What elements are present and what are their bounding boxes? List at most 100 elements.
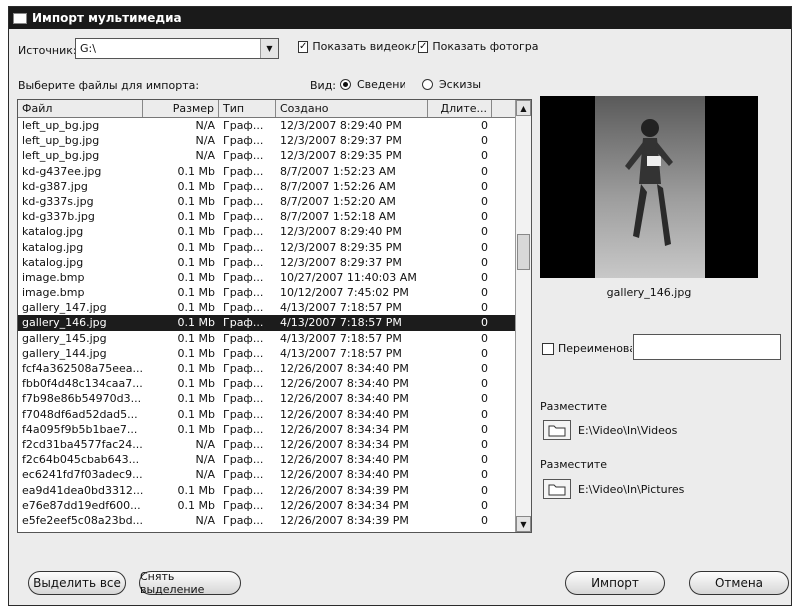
table-row[interactable]: kd-g387.jpg 0.1 Mb Граф... 8/7/2007 1:52:26… — [18, 179, 515, 194]
view-thumbs-radio[interactable]: Эскизы — [422, 78, 481, 91]
window-icon — [13, 12, 27, 24]
cell-type: Граф... — [223, 407, 264, 421]
cell-size: N/A — [195, 453, 215, 467]
cell-duration: 0 — [481, 194, 488, 208]
table-row[interactable]: f7048df6ad52dad5... 0.1 Mb Граф... 12/26/20… — [18, 407, 515, 422]
cell-type: Граф... — [223, 392, 264, 406]
source-label: Источник: — [18, 44, 77, 57]
title-bar: Импорт мультимедиа — [9, 7, 791, 29]
column-duration[interactable]: Длите... — [428, 100, 492, 117]
file-list-header: Файл Размер Тип Создано Длите... — [18, 100, 531, 118]
table-row[interactable]: gallery_146.jpg 0.1 Mb Граф... 4/13/2007 7:… — [18, 315, 515, 331]
cell-file: gallery_145.jpg — [22, 331, 107, 345]
cell-type: Граф... — [223, 513, 264, 527]
chevron-down-icon[interactable]: ▼ — [260, 39, 278, 58]
import-button[interactable]: Импорт — [565, 571, 665, 595]
videos-destination-path: E:\Video\In\Videos — [578, 424, 678, 437]
table-row[interactable]: kd-g337s.jpg 0.1 Mb Граф... 8/7/2007 1:52:2… — [18, 194, 515, 209]
cell-file: ea9d41dea0bd3312... — [22, 483, 143, 497]
table-row[interactable]: f2c64b045cbab643... N/A Граф... 12/26/2007 … — [18, 452, 515, 467]
table-row[interactable]: gallery_144.jpg 0.1 Mb Граф... 4/13/2007 7:… — [18, 346, 515, 361]
cell-size: 0.1 Mb — [177, 407, 215, 421]
column-file[interactable]: Файл — [18, 100, 143, 117]
radio-selected-icon — [340, 79, 351, 90]
cell-duration: 0 — [481, 468, 488, 482]
table-row[interactable]: f2cd31ba4577fac24... N/A Граф... 12/26/2007… — [18, 437, 515, 452]
rename-input[interactable] — [633, 334, 781, 360]
rename-checkbox[interactable]: Переименовать — [542, 342, 632, 355]
cell-type: Граф... — [223, 362, 264, 375]
deselect-button[interactable]: Снять выделение — [139, 570, 241, 596]
table-row[interactable]: image.bmp 0.1 Mb Граф... 10/12/2007 7:45:02… — [18, 285, 515, 300]
table-row[interactable]: katalog.jpg 0.1 Mb Граф... 12/3/2007 8:29:3… — [18, 240, 515, 255]
file-list[interactable]: Файл Размер Тип Создано Длите... left_up… — [17, 99, 532, 533]
cell-size: 0.1 Mb — [177, 498, 215, 512]
table-row[interactable]: left_up_bg.jpg N/A Граф... 12/3/2007 8:29:3… — [18, 133, 515, 148]
cell-type: Граф... — [223, 286, 264, 300]
cell-duration: 0 — [481, 422, 488, 436]
videos-destination-label: Разместите — [540, 400, 608, 413]
arrow-up-icon[interactable]: ▲ — [516, 100, 531, 116]
cell-type: Граф... — [223, 164, 264, 178]
source-combo[interactable]: G:\ ▼ — [75, 38, 279, 59]
cell-file: katalog.jpg — [22, 225, 84, 239]
cell-type: Граф... — [223, 179, 264, 193]
select-all-button[interactable]: Выделить все — [28, 571, 126, 595]
cell-size: N/A — [195, 119, 215, 132]
table-row[interactable]: katalog.jpg 0.1 Mb Граф... 12/3/2007 8:29:4… — [18, 224, 515, 239]
table-row[interactable]: gallery_147.jpg 0.1 Mb Граф... 4/13/2007 7:… — [18, 300, 515, 315]
table-row[interactable]: f7b98e86b54970d3... 0.1 Mb Граф... 12/26/20… — [18, 391, 515, 406]
table-row[interactable]: left_up_bg.jpg N/A Граф... 12/3/2007 8:29:3… — [18, 148, 515, 163]
preview-image — [540, 96, 758, 278]
pictures-folder-button[interactable] — [543, 479, 571, 499]
table-row[interactable]: fbb0f4d48c134caa7... 0.1 Mb Граф... 12/26/2… — [18, 376, 515, 391]
table-row[interactable]: f4a095f9b5b1bae7... 0.1 Mb Граф... 12/26/20… — [18, 422, 515, 437]
column-type[interactable]: Тип — [219, 100, 276, 117]
cell-size: 0.1 Mb — [177, 270, 215, 284]
view-detail-radio[interactable]: Сведения — [340, 78, 405, 91]
cell-created: 4/13/2007 7:18:57 PM — [280, 331, 402, 345]
table-row[interactable]: e76e87dd19edf600... 0.1 Mb Граф... 12/26/20… — [18, 498, 515, 513]
column-created[interactable]: Создано — [276, 100, 428, 117]
cell-size: 0.1 Mb — [177, 179, 215, 193]
rename-label: Переименовать — [558, 342, 632, 355]
file-list-scrollbar[interactable]: ▲ ▼ — [515, 100, 531, 532]
table-row[interactable]: ea9d41dea0bd3312... 0.1 Mb Граф... 12/26/20… — [18, 483, 515, 498]
table-row[interactable]: katalog.jpg 0.1 Mb Граф... 12/3/2007 8:29:3… — [18, 255, 515, 270]
cell-created: 12/26/2007 8:34:39 PM — [280, 513, 409, 527]
pictures-destination-path: E:\Video\In\Pictures — [578, 483, 685, 496]
table-row[interactable]: kd-g337b.jpg 0.1 Mb Граф... 8/7/2007 1:52:1… — [18, 209, 515, 224]
table-row[interactable]: kd-g437ee.jpg 0.1 Mb Граф... 8/7/2007 1:52:… — [18, 164, 515, 179]
scrollbar-thumb[interactable] — [517, 234, 530, 270]
table-row[interactable]: ec6241fd7f03adec9... N/A Граф... 12/26/2007… — [18, 467, 515, 482]
cancel-button[interactable]: Отмена — [689, 571, 789, 595]
cell-duration: 0 — [481, 331, 488, 345]
videos-folder-button[interactable] — [543, 420, 571, 440]
cell-created: 4/13/2007 7:18:57 PM — [280, 346, 402, 360]
table-row[interactable]: image.bmp 0.1 Mb Граф... 10/27/2007 11:40:0… — [18, 270, 515, 285]
cell-type: Граф... — [223, 270, 264, 284]
show-photos-checkbox[interactable]: ✓ Показать фотографии — [418, 40, 538, 53]
show-videos-checkbox[interactable]: ✓ Показать видеоклипы — [298, 40, 416, 53]
table-row[interactable]: fcf4a362508a75eea... 0.1 Mb Граф... 12/26/2… — [18, 361, 515, 376]
cell-size: N/A — [195, 149, 215, 163]
cell-duration: 0 — [481, 255, 488, 269]
cell-duration: 0 — [481, 407, 488, 421]
cell-type: Граф... — [223, 240, 264, 254]
select-files-label: Выберите файлы для импорта: — [18, 79, 200, 92]
cell-created: 8/7/2007 1:52:20 AM — [280, 194, 396, 208]
cell-type: Граф... — [223, 422, 264, 436]
cell-file: gallery_146.jpg — [22, 316, 107, 330]
table-row[interactable]: e5fe2eef5c08a23bd... N/A Граф... 12/26/2007… — [18, 513, 515, 528]
table-row[interactable]: gallery_145.jpg 0.1 Mb Граф... 4/13/2007 7:… — [18, 331, 515, 346]
cell-file: left_up_bg.jpg — [22, 119, 100, 132]
cell-size: 0.1 Mb — [177, 316, 215, 330]
cell-size: 0.1 Mb — [177, 392, 215, 406]
table-row[interactable]: left_up_bg.jpg N/A Граф... 12/3/2007 8:29:4… — [18, 118, 515, 133]
column-size[interactable]: Размер — [143, 100, 219, 117]
arrow-down-icon[interactable]: ▼ — [516, 516, 531, 532]
cell-size: 0.1 Mb — [177, 286, 215, 300]
cell-duration: 0 — [481, 164, 488, 178]
cell-created: 12/3/2007 8:29:35 PM — [280, 240, 402, 254]
cell-created: 12/3/2007 8:29:37 PM — [280, 255, 402, 269]
